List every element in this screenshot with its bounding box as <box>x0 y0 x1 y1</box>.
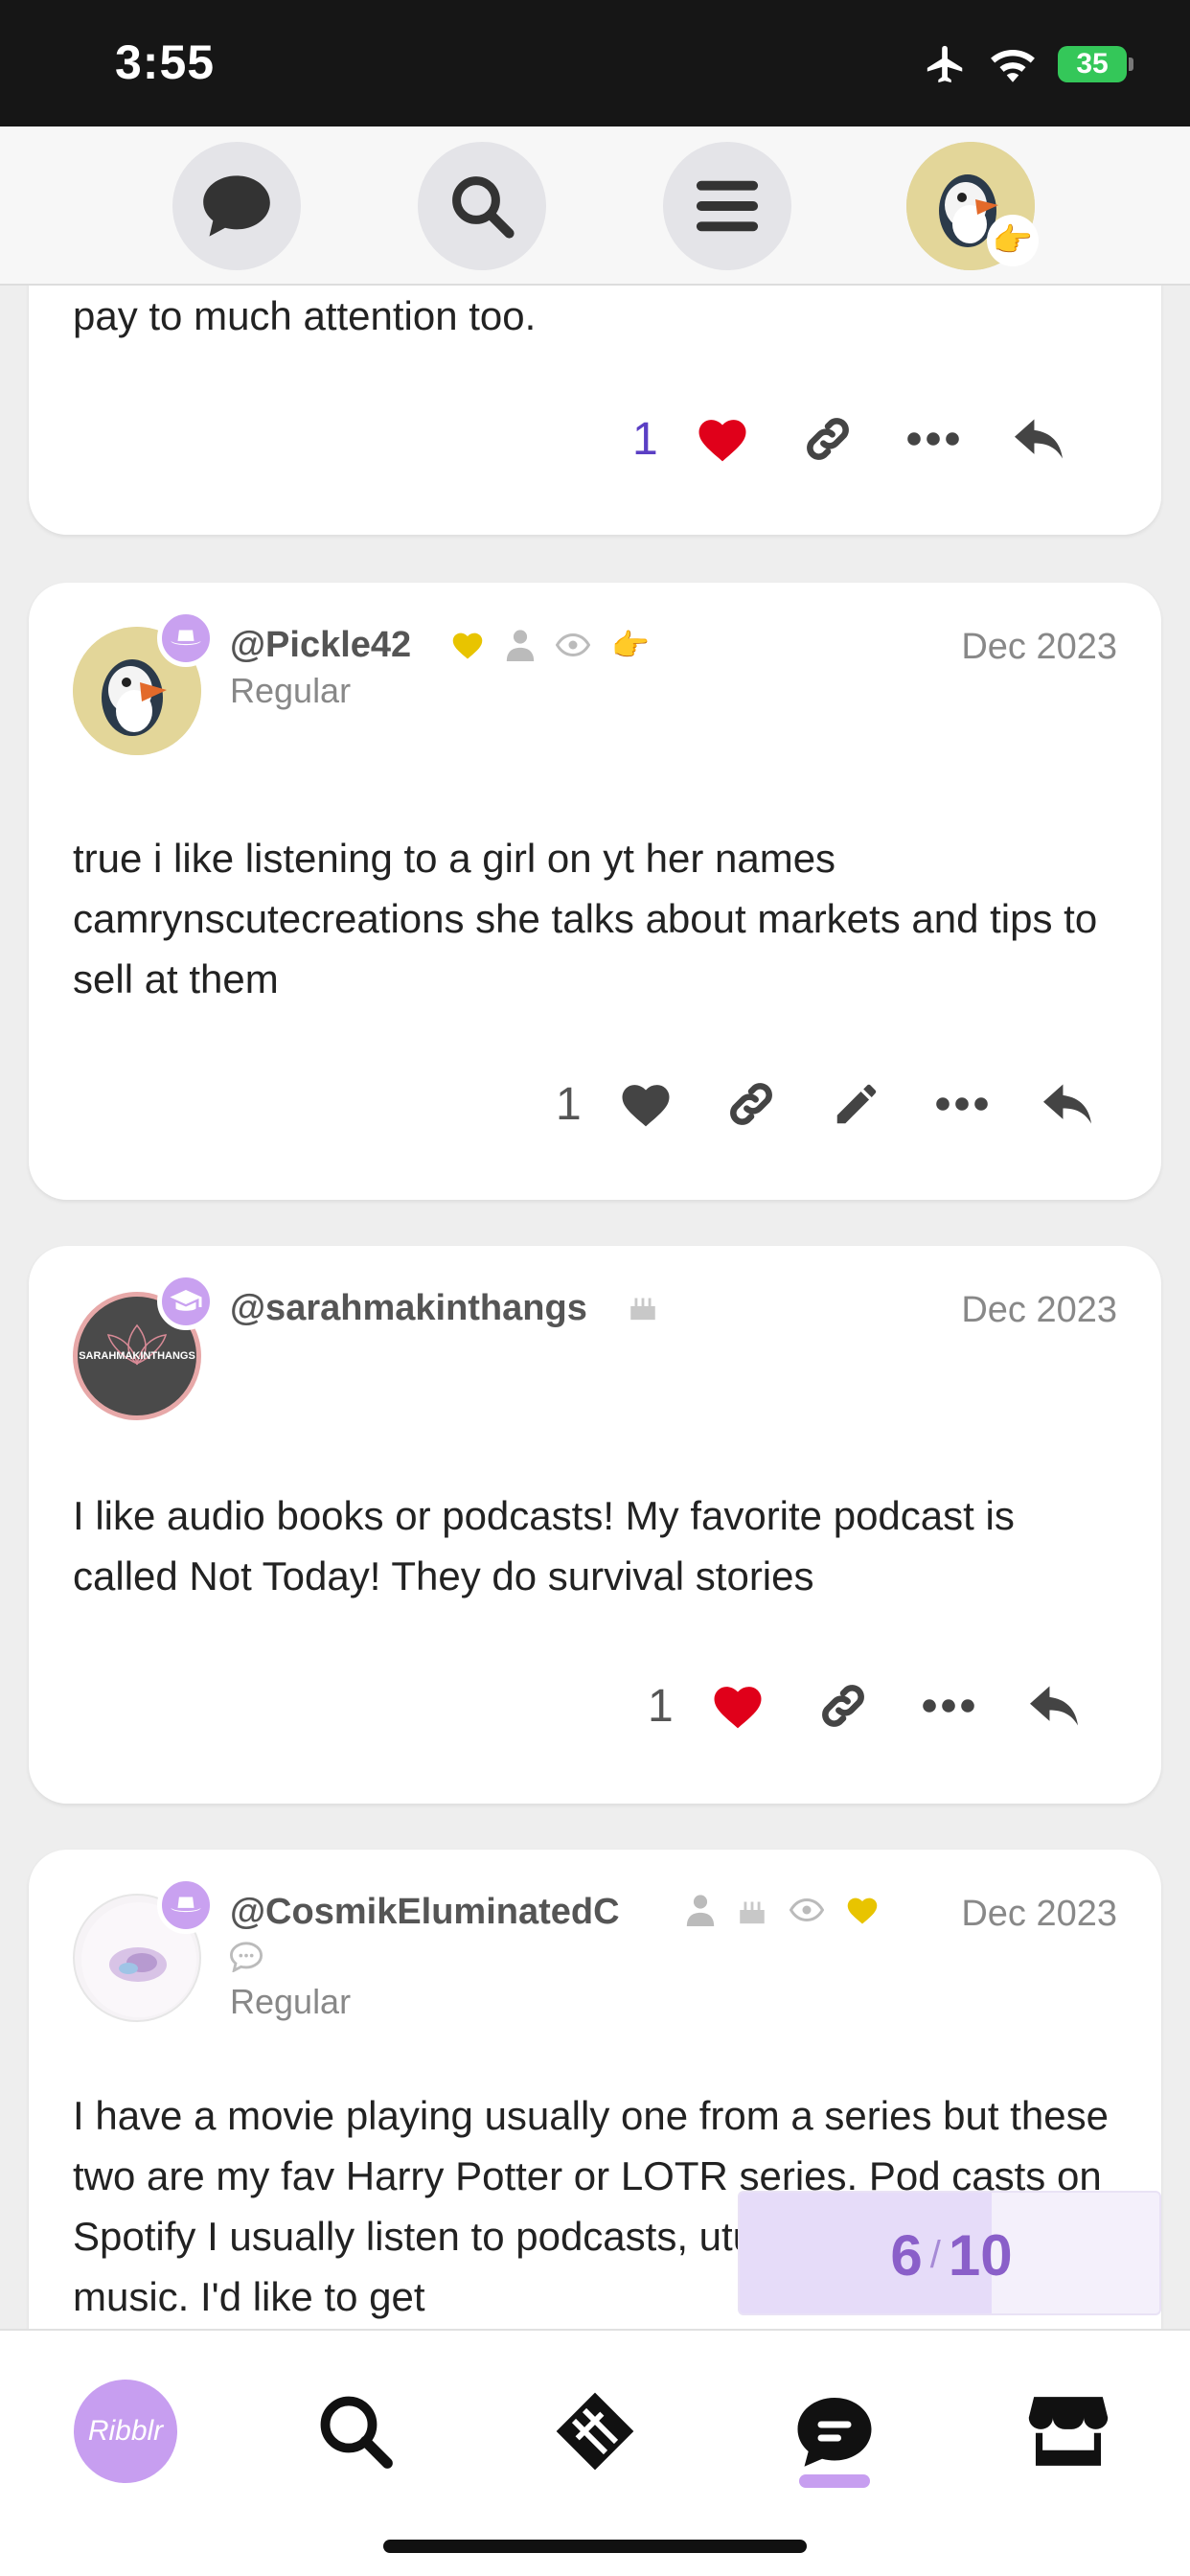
reply-arrow-icon <box>1042 1084 1091 1124</box>
ellipsis-icon <box>922 1699 974 1713</box>
reply-button[interactable] <box>1015 1066 1120 1142</box>
reply-button[interactable] <box>986 401 1091 477</box>
post-card: SARAHMAKINTHANGS @sarahmakinthangs Dec 2… <box>29 1246 1161 1804</box>
like-count: 1 <box>556 1078 582 1130</box>
home-indicator <box>383 2540 807 2553</box>
post-text: I like audio books or podcasts! My favor… <box>73 1493 1015 1598</box>
user-title: Regular <box>230 671 352 710</box>
pointing-hand-icon: 👉 <box>611 628 650 662</box>
eye-icon <box>790 1898 824 1922</box>
yellow-heart-icon <box>452 632 483 659</box>
airplane-icon <box>927 45 963 83</box>
post-progress-indicator[interactable]: 6 / 10 <box>738 2191 1161 2315</box>
user-title: Regular <box>230 1982 352 2021</box>
search-icon <box>452 176 515 239</box>
yellow-heart-icon <box>847 1898 878 1924</box>
ellipsis-icon <box>935 1097 988 1111</box>
heart-icon <box>698 420 746 462</box>
profile-avatar-button[interactable]: 👉 <box>906 142 1039 270</box>
user-flair-badge <box>157 1876 215 1934</box>
ribblr-logo: Ribblr <box>74 2380 177 2483</box>
yarn-diamond-icon <box>556 2392 634 2471</box>
user-badges <box>627 1290 659 1322</box>
graduation-cap-icon <box>170 1290 202 1311</box>
like-button[interactable] <box>670 401 775 477</box>
edit-button[interactable] <box>804 1066 909 1142</box>
avatar-text: SARAHMAKINTHANGS <box>79 1350 195 1362</box>
link-icon <box>806 418 849 460</box>
post-actions: 1 <box>632 401 1091 477</box>
chat-bubble-icon <box>203 175 270 237</box>
chat-button[interactable] <box>172 142 301 270</box>
heart-icon <box>622 1085 670 1127</box>
more-options-button[interactable] <box>896 1668 1001 1744</box>
pencil-icon <box>836 1084 876 1124</box>
user-badges: 👉 <box>450 627 650 663</box>
user-flair-badge <box>157 1273 215 1330</box>
eye-icon <box>556 632 590 657</box>
tab-community[interactable] <box>782 2379 887 2484</box>
post-date[interactable]: Dec 2023 <box>961 1290 1117 1331</box>
post-actions: 1 <box>648 1668 1107 1744</box>
ellipsis-icon <box>906 432 959 446</box>
progress-separator: / <box>929 2233 941 2276</box>
reply-arrow-icon <box>1029 1686 1078 1726</box>
post-text: true i like listening to a girl on yt he… <box>73 836 1098 1001</box>
store-icon <box>1028 2397 1109 2466</box>
more-options-button[interactable] <box>909 1066 1015 1142</box>
copy-link-button[interactable] <box>790 1668 896 1744</box>
post-actions: 1 <box>556 1066 1120 1142</box>
username[interactable]: @Pickle42 <box>230 625 411 666</box>
username[interactable]: @CosmikEluminatedC <box>230 1892 620 1933</box>
chat-bubble-icon <box>797 2398 872 2467</box>
top-nav: 👉 <box>0 126 1190 286</box>
speech-bubble-badge <box>229 1942 263 1977</box>
progress-text: 6 / 10 <box>740 2193 1159 2313</box>
cake-icon <box>740 1901 765 1924</box>
search-button[interactable] <box>418 142 546 270</box>
like-button[interactable] <box>593 1066 698 1142</box>
username[interactable]: @sarahmakinthangs <box>230 1288 587 1329</box>
heart-icon <box>714 1687 762 1729</box>
like-button[interactable] <box>685 1668 790 1744</box>
progress-current: 6 <box>890 2222 923 2288</box>
reply-button[interactable] <box>1001 1668 1107 1744</box>
cowboy-hat-icon <box>171 1897 201 1913</box>
copy-link-button[interactable] <box>775 401 881 477</box>
like-count: 1 <box>648 1680 674 1732</box>
status-icons: 35 <box>924 42 1133 86</box>
cowboy-hat-icon <box>171 630 201 646</box>
progress-total: 10 <box>948 2222 1013 2288</box>
status-bar: 3:55 35 <box>0 0 1190 126</box>
user-flair-badge <box>157 610 215 667</box>
user-badges <box>686 1894 880 1926</box>
tab-shop[interactable] <box>1016 2379 1121 2484</box>
like-count: 1 <box>632 413 658 465</box>
copy-link-button[interactable] <box>698 1066 804 1142</box>
cake-icon <box>630 1298 655 1321</box>
post-text: pay to much attention too. <box>73 293 537 338</box>
post-date[interactable]: Dec 2023 <box>961 1894 1117 1935</box>
link-icon <box>729 1083 772 1125</box>
user-icon <box>506 630 535 661</box>
pointing-hand-badge: 👉 <box>987 215 1039 266</box>
battery-indicator: 35 <box>1058 46 1133 82</box>
link-icon <box>821 1685 864 1727</box>
hamburger-menu-icon <box>696 180 759 232</box>
speech-bubble-icon <box>229 1942 263 1973</box>
reply-arrow-icon <box>1014 419 1063 459</box>
tab-home[interactable]: Ribblr <box>73 2379 178 2484</box>
tab-search[interactable] <box>303 2379 408 2484</box>
user-icon <box>686 1895 715 1926</box>
more-options-button[interactable] <box>881 401 986 477</box>
active-tab-indicator <box>799 2474 870 2488</box>
post-card: @Pickle42 👉 Regular Dec 2023 true i like… <box>29 583 1161 1200</box>
search-icon <box>320 2396 393 2469</box>
menu-button[interactable] <box>663 142 791 270</box>
tab-patterns[interactable] <box>542 2379 648 2484</box>
status-time: 3:55 <box>115 35 216 89</box>
post-date[interactable]: Dec 2023 <box>961 627 1117 668</box>
wifi-icon <box>991 49 1035 82</box>
